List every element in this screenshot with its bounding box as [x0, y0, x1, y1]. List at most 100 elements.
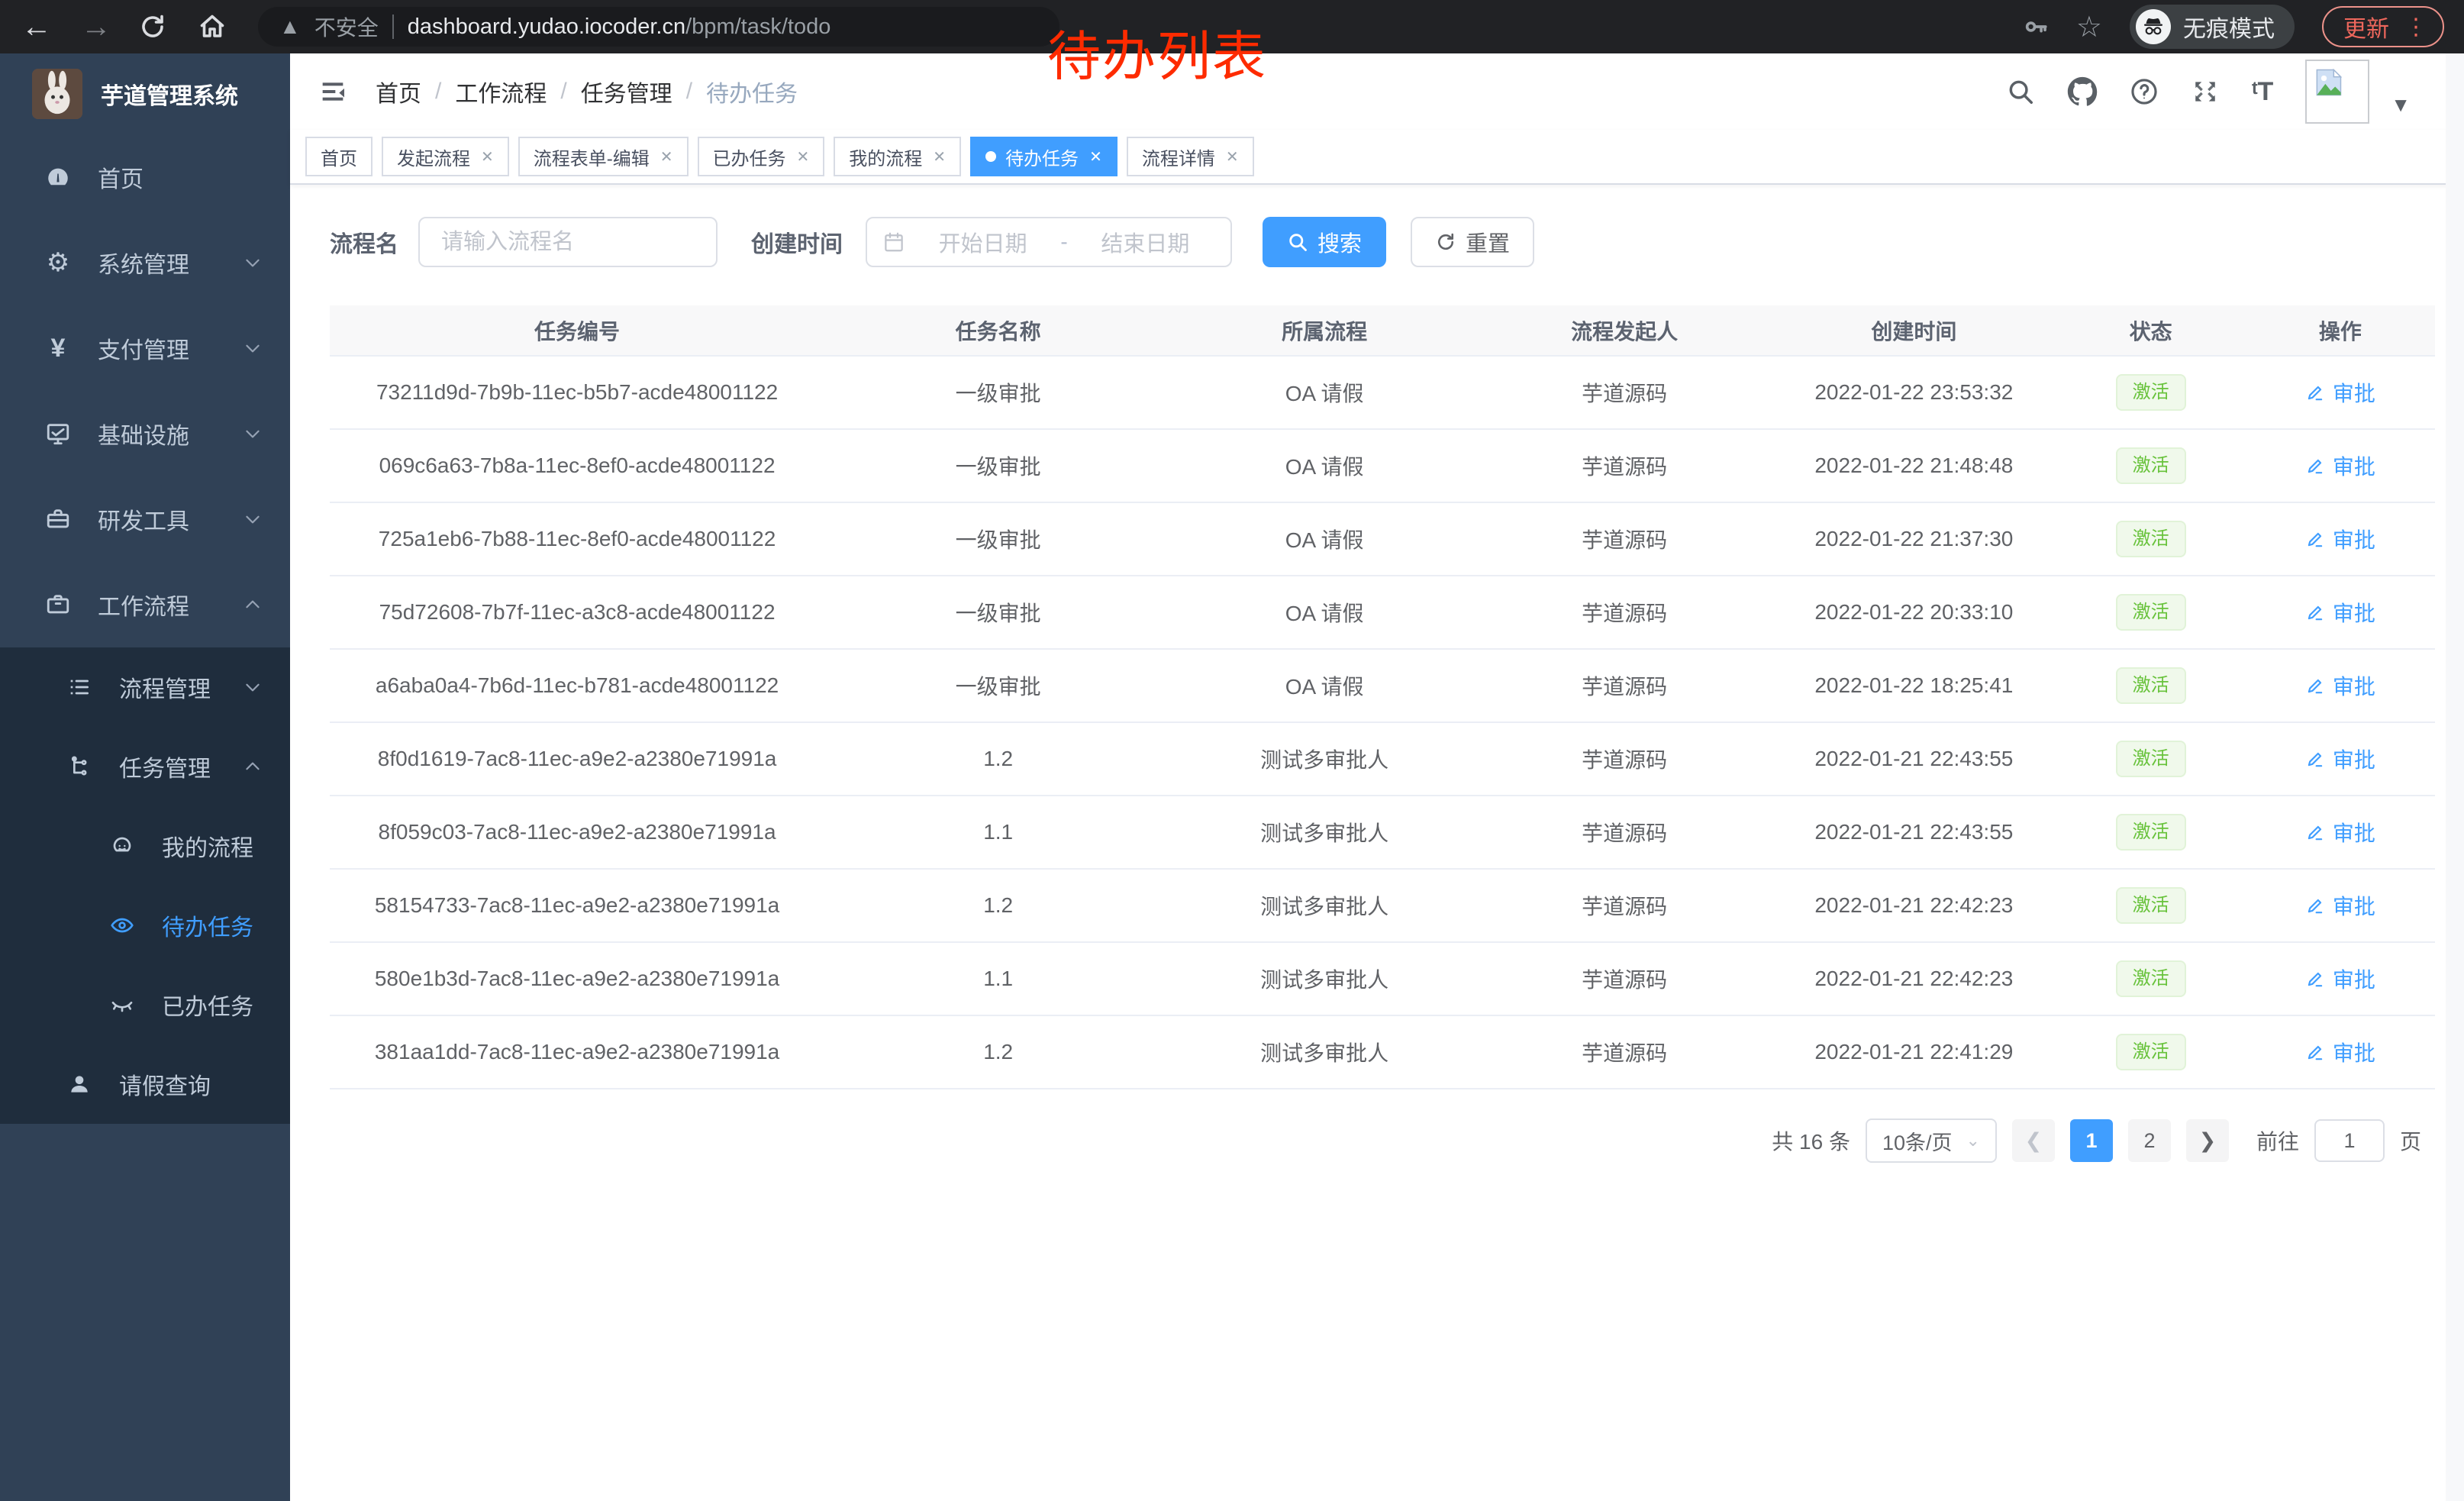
cell-process: OA 请假: [1172, 429, 1477, 502]
search-icon[interactable]: [2006, 77, 2035, 106]
approve-link[interactable]: 审批: [2305, 450, 2375, 481]
sidebar-item-my-process[interactable]: 我的流程: [0, 806, 290, 886]
incognito-icon: [2136, 9, 2171, 44]
table-body: 73211d9d-7b9b-11ec-b5b7-acde48001122 一级审…: [330, 356, 2435, 1089]
next-page-button[interactable]: ❯: [2186, 1119, 2229, 1162]
sidebar-collapse-icon[interactable]: [318, 76, 348, 107]
page-button-2[interactable]: 2: [2128, 1119, 2171, 1162]
tab-label: 我的流程: [849, 144, 922, 170]
approve-link[interactable]: 审批: [2305, 1037, 2375, 1067]
app-logo: [32, 69, 82, 119]
approve-link[interactable]: 审批: [2305, 964, 2375, 994]
close-icon[interactable]: ✕: [1089, 147, 1102, 166]
tab-process-detail[interactable]: 流程详情✕: [1127, 137, 1254, 176]
avatar-caret-icon[interactable]: ▼: [2391, 93, 2411, 117]
sidebar-item-workflow[interactable]: 工作流程: [0, 562, 290, 647]
approve-link[interactable]: 审批: [2305, 890, 2375, 921]
browser-back-icon[interactable]: ←: [20, 11, 53, 42]
sidebar-item-leave-query[interactable]: 请假查询: [0, 1044, 290, 1124]
cell-task-id: 381aa1dd-7ac8-11ec-a9e2-a2380e71991a: [330, 1015, 824, 1089]
browser-menu-icon[interactable]: ⋮: [2404, 14, 2427, 40]
cell-task-name: 一级审批: [824, 649, 1172, 722]
page-button-1[interactable]: 1: [2070, 1119, 2113, 1162]
search-button[interactable]: 搜索: [1263, 217, 1386, 267]
cell-create-time: 2022-01-22 18:25:41: [1772, 649, 2056, 722]
github-icon[interactable]: [2067, 76, 2098, 107]
date-range-picker[interactable]: 开始日期 - 结束日期: [866, 217, 1232, 267]
process-name-input[interactable]: [418, 217, 718, 267]
chevron-down-icon: [243, 677, 263, 697]
tab-my-process[interactable]: 我的流程 ✕: [834, 137, 961, 176]
browser-reload-icon[interactable]: [139, 13, 173, 40]
update-button[interactable]: 更新 ⋮: [2322, 6, 2444, 47]
font-size-icon[interactable]: ᵗT: [2252, 77, 2273, 107]
breadcrumb-task-mgmt[interactable]: 任务管理: [581, 75, 672, 108]
browser-forward-icon[interactable]: →: [79, 11, 113, 42]
close-icon[interactable]: ✕: [797, 147, 810, 166]
fullscreen-icon[interactable]: [2191, 77, 2220, 106]
cell-task-id: 580e1b3d-7ac8-11ec-a9e2-a2380e71991a: [330, 942, 824, 1015]
table-row: 069c6a63-7b8a-11ec-8ef0-acde48001122 一级审…: [330, 429, 2435, 502]
sidebar-item-payment[interactable]: ¥ 支付管理: [0, 305, 290, 391]
table-header-row: 任务编号 任务名称 所属流程 流程发起人 创建时间 状态 操作: [330, 305, 2435, 356]
scrollbar-track[interactable]: [2446, 53, 2464, 1501]
avatar[interactable]: [2305, 60, 2369, 124]
approve-link[interactable]: 审批: [2305, 597, 2375, 628]
cell-task-id: 069c6a63-7b8a-11ec-8ef0-acde48001122: [330, 429, 824, 502]
cell-create-time: 2022-01-22 21:48:48: [1772, 429, 2056, 502]
tab-start-process[interactable]: 发起流程✕: [382, 137, 509, 176]
help-icon[interactable]: [2130, 77, 2159, 106]
task-table: 任务编号 任务名称 所属流程 流程发起人 创建时间 状态 操作 73211d9d…: [330, 305, 2435, 1089]
cell-starter: 芋道源码: [1477, 796, 1772, 869]
start-date-placeholder: 开始日期: [913, 226, 1053, 258]
sidebar-item-devtools[interactable]: 研发工具: [0, 476, 290, 562]
sidebar-item-process-mgmt[interactable]: 流程管理: [0, 647, 290, 727]
prev-page-button[interactable]: ❮: [2012, 1119, 2055, 1162]
password-key-icon[interactable]: [2023, 14, 2049, 40]
close-icon[interactable]: ✕: [933, 147, 946, 166]
cell-task-id: 8f059c03-7ac8-11ec-a9e2-a2380e71991a: [330, 796, 824, 869]
close-icon[interactable]: ✕: [1226, 147, 1239, 166]
cell-process: 测试多审批人: [1172, 796, 1477, 869]
sidebar-item-task-mgmt[interactable]: 任务管理: [0, 727, 290, 806]
tab-done-tasks[interactable]: 已办任务✕: [698, 137, 825, 176]
sidebar-item-todo-tasks[interactable]: 待办任务: [0, 886, 290, 965]
breadcrumb-home[interactable]: 首页: [376, 75, 421, 108]
page-size-select[interactable]: 10条/页 ⌄: [1866, 1118, 1997, 1163]
approve-link[interactable]: 审批: [2305, 817, 2375, 847]
status-badge: 激活: [2116, 960, 2186, 997]
table-row: 58154733-7ac8-11ec-a9e2-a2380e71991a 1.2…: [330, 869, 2435, 942]
cell-starter: 芋道源码: [1477, 356, 1772, 429]
cell-task-id: 725a1eb6-7b88-11ec-8ef0-acde48001122: [330, 502, 824, 576]
tab-form-edit[interactable]: 流程表单-编辑✕: [518, 137, 689, 176]
breadcrumb-workflow[interactable]: 工作流程: [455, 75, 547, 108]
sidebar-item-infra[interactable]: 基础设施: [0, 391, 290, 476]
app-logo-row[interactable]: 芋道管理系统: [0, 53, 290, 134]
close-icon[interactable]: ✕: [660, 147, 673, 166]
cell-create-time: 2022-01-22 21:37:30: [1772, 502, 2056, 576]
incognito-label: 无痕模式: [2183, 10, 2275, 44]
sidebar-item-system[interactable]: ⚙ 系统管理: [0, 220, 290, 305]
sidebar-item-home[interactable]: 首页: [0, 134, 290, 220]
close-icon[interactable]: ✕: [481, 147, 494, 166]
address-bar[interactable]: ▲ 不安全 dashboard.yudao.iocoder.cn/bpm/tas…: [258, 7, 1059, 47]
goto-page-input[interactable]: [2314, 1119, 2385, 1162]
approve-link[interactable]: 审批: [2305, 377, 2375, 408]
table-row: 8f059c03-7ac8-11ec-a9e2-a2380e71991a 1.1…: [330, 796, 2435, 869]
tree-icon: [64, 754, 95, 779]
bookmark-star-icon[interactable]: ☆: [2076, 10, 2102, 44]
cell-task-id: 75d72608-7b7f-11ec-a3c8-acde48001122: [330, 576, 824, 649]
cell-starter: 芋道源码: [1477, 722, 1772, 796]
reset-button[interactable]: 重置: [1411, 217, 1534, 267]
approve-link[interactable]: 审批: [2305, 744, 2375, 774]
sidebar-item-done-tasks[interactable]: 已办任务: [0, 965, 290, 1044]
col-task-id: 任务编号: [330, 305, 824, 356]
tab-home[interactable]: 首页: [305, 137, 373, 176]
tab-todo-tasks[interactable]: 待办任务✕: [970, 137, 1118, 176]
approve-link[interactable]: 审批: [2305, 524, 2375, 554]
browser-home-icon[interactable]: [198, 13, 232, 40]
approve-label: 审批: [2333, 1037, 2375, 1067]
approve-label: 审批: [2333, 377, 2375, 408]
sidebar-item-label: 研发工具: [98, 502, 189, 536]
approve-link[interactable]: 审批: [2305, 670, 2375, 701]
